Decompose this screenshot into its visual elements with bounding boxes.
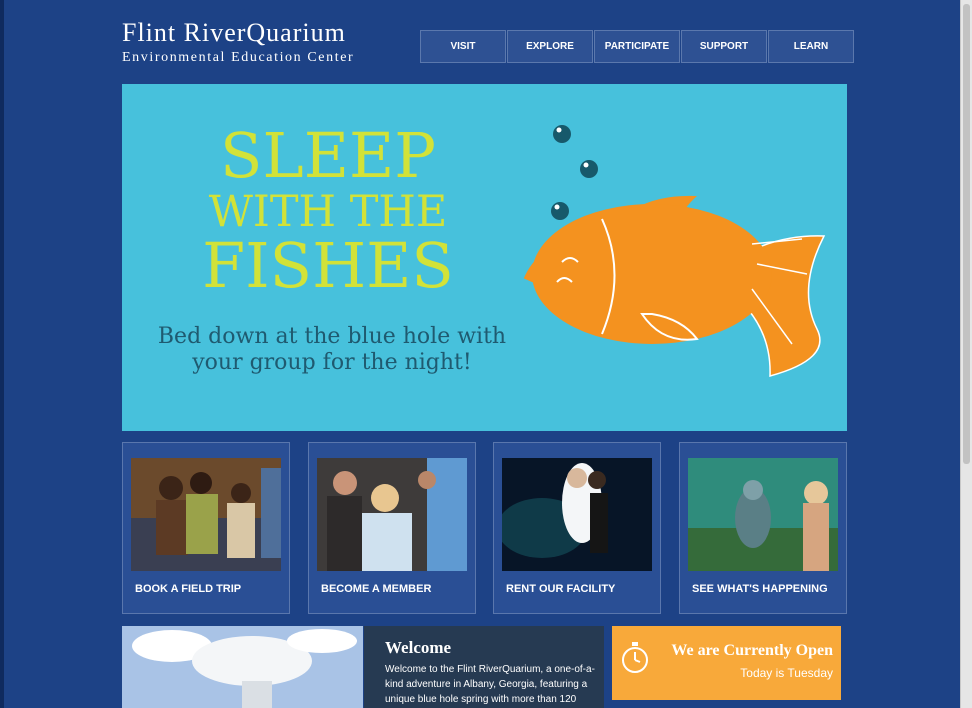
site-logo[interactable]: Flint RiverQuarium Environmental Educati… (122, 18, 414, 66)
logo-title: Flint RiverQuarium (122, 18, 346, 47)
nav-support[interactable]: SUPPORT (681, 30, 767, 63)
tile-facility-label: RENT OUR FACILITY (506, 583, 616, 595)
tile-happening-label: SEE WHAT'S HAPPENING (692, 583, 828, 595)
field-trip-photo (131, 458, 281, 571)
hero-title-line3: FISHES (202, 229, 454, 302)
facility-photo (502, 458, 652, 571)
nav-participate[interactable]: PARTICIPATE (594, 30, 680, 63)
hero-banner[interactable]: SLEEP WITH THE FISHES Bed down at the bl… (122, 84, 847, 431)
nav-learn[interactable]: LEARN (768, 30, 854, 63)
hours-status: We are Currently Open (671, 642, 833, 659)
stopwatch-icon (622, 642, 648, 673)
hours-panel[interactable]: We are Currently Open Today is Tuesday (612, 626, 841, 700)
happening-photo (688, 458, 838, 571)
logo-subtitle: Environmental Education Center (122, 50, 355, 65)
hero-subtitle: Bed down at the blue hole with your grou… (157, 324, 507, 375)
tile-field-trip-label: BOOK A FIELD TRIP (135, 583, 242, 595)
bubble-1 (553, 125, 571, 143)
nav-explore[interactable]: EXPLORE (507, 30, 593, 63)
welcome-title: Welcome (385, 638, 452, 657)
tile-happening[interactable]: SEE WHAT'S HAPPENING (679, 442, 847, 614)
scrollbar-thumb[interactable] (963, 4, 970, 464)
bubble-2 (580, 160, 598, 178)
welcome-panel: Welcome Welcome to the Flint RiverQuariu… (364, 626, 604, 708)
tile-field-trip[interactable]: BOOK A FIELD TRIP (122, 442, 290, 614)
main-nav: VISIT EXPLORE PARTICIPATE SUPPORT LEARN (420, 30, 855, 63)
hero-title: SLEEP WITH THE FISHES (122, 122, 534, 298)
left-window-edge (0, 0, 4, 708)
goldfish-illustration (523, 125, 826, 377)
scrollbar[interactable] (960, 0, 972, 708)
tile-member-label: BECOME A MEMBER (321, 583, 432, 595)
bubble-3 (551, 202, 569, 220)
hero-title-line1: SLEEP (220, 119, 436, 192)
member-photo (317, 458, 467, 571)
tile-facility[interactable]: RENT OUR FACILITY (493, 442, 661, 614)
nav-visit[interactable]: VISIT (420, 30, 506, 63)
welcome-body: Welcome to the Flint RiverQuarium, a one… (385, 664, 595, 705)
tile-member[interactable]: BECOME A MEMBER (308, 442, 476, 614)
building-photo (122, 626, 363, 708)
hero-title-line2: WITH THE (208, 187, 448, 237)
hours-day: Today is Tuesday (740, 666, 833, 680)
